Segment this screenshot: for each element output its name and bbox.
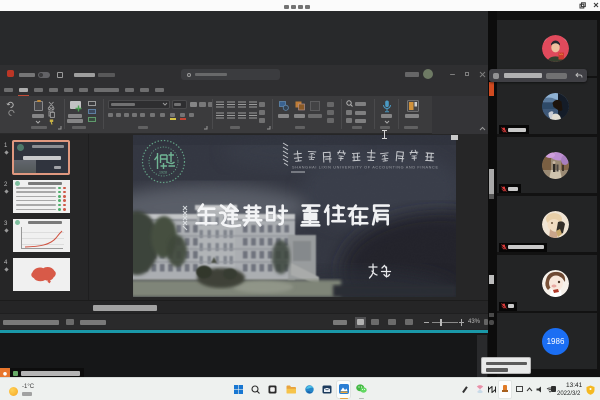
svg-text:1928: 1928 <box>159 171 167 175</box>
svg-text:SHANGHAI LIXIN UNIVERSITY OF A: SHANGHAI LIXIN UNIVERSITY OF ACCOUNTING … <box>292 166 438 170</box>
